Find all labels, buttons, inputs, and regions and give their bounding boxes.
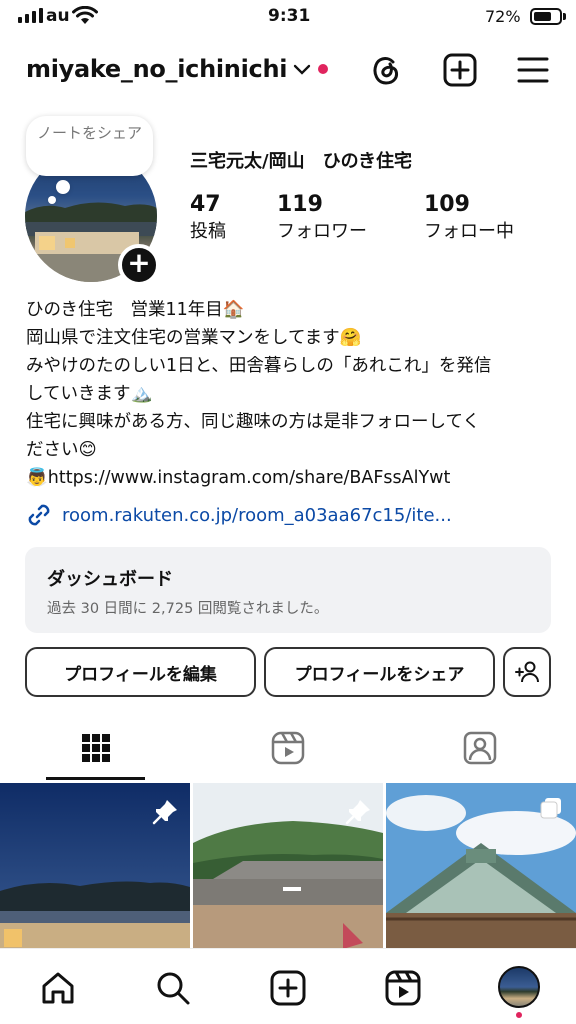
clock: 9:31 (268, 6, 311, 26)
link-icon (28, 504, 50, 526)
discover-people-button[interactable] (503, 647, 551, 697)
nav-create[interactable] (262, 962, 314, 1014)
battery-icon (530, 8, 562, 25)
tab-posts-grid[interactable] (0, 717, 192, 779)
profile-bio: ひのき住宅 営業11年目🏠 岡山県で注文住宅の営業マンをしてます🤗 みやけのたの… (26, 296, 556, 492)
stat-following[interactable]: 109 フォロー中 (424, 192, 514, 243)
notification-dot (516, 1012, 522, 1018)
threads-icon[interactable] (366, 50, 406, 90)
tagged-icon (463, 731, 497, 765)
bio-line: 住宅に興味がある方、同じ趣味の方は是非フォローしてく (26, 412, 480, 432)
nav-search[interactable] (147, 962, 199, 1014)
create-post-icon[interactable] (440, 50, 480, 90)
stat-posts-count: 47 (190, 192, 221, 217)
edit-profile-label: プロフィールを編集 (64, 664, 217, 685)
grid-post[interactable] (386, 783, 576, 949)
chevron-down-icon[interactable] (293, 64, 311, 76)
bio-line: ださい😊 (26, 440, 97, 460)
stat-posts[interactable]: 47 投稿 (190, 192, 226, 243)
link-label: room.rakuten.co.jp/room_a03aa67c15/ite..… (62, 504, 452, 526)
grid-post[interactable] (0, 783, 190, 949)
note-label: ノートをシェア (36, 124, 142, 142)
battery-percent: 72% (485, 7, 521, 26)
note-bubble-tail (56, 180, 70, 194)
stat-following-count: 109 (424, 192, 470, 217)
create-icon (270, 970, 306, 1006)
professional-dashboard[interactable]: ダッシュボード 過去 30 日間に 2,725 回閲覧されました。 (25, 547, 551, 633)
dashboard-subtitle: 過去 30 日間に 2,725 回閲覧されました。 (47, 601, 329, 617)
grid-icon (82, 734, 110, 762)
profile-username[interactable]: miyake_no_ichinichi (26, 55, 287, 83)
carrier-label: au (46, 6, 70, 26)
share-profile-label: プロフィールをシェア (294, 664, 465, 685)
menu-icon[interactable] (513, 50, 553, 90)
nav-home[interactable] (32, 962, 84, 1014)
stat-posts-label: 投稿 (190, 221, 226, 242)
stat-following-label: フォロー中 (424, 221, 514, 242)
nav-profile-avatar[interactable] (498, 966, 540, 1008)
bio-line: ひのき住宅 営業11年目🏠 (26, 300, 245, 320)
status-bar: au 9:31 72% (0, 0, 576, 36)
home-icon (42, 972, 74, 1004)
wifi-icon (72, 6, 98, 24)
bio-link-line[interactable]: 👼https://www.instagram.com/share/BAFssAl… (26, 464, 556, 492)
bio-line: していきます🏔️ (26, 384, 153, 404)
edit-profile-button[interactable]: プロフィールを編集 (25, 647, 256, 697)
reels-icon (385, 970, 421, 1006)
stat-followers-label: フォロワー (277, 221, 367, 242)
stat-followers[interactable]: 119 フォロワー (277, 192, 367, 243)
carousel-icon (540, 798, 561, 819)
signal-icon (18, 8, 43, 23)
add-story-button[interactable]: + (118, 244, 160, 286)
share-profile-button[interactable]: プロフィールをシェア (264, 647, 495, 697)
share-note-bubble[interactable]: ノートをシェア (26, 116, 153, 176)
pin-icon (152, 800, 177, 825)
username-label: miyake_no_ichinichi (26, 55, 288, 83)
notification-dot (318, 64, 328, 74)
active-tab-indicator (46, 777, 145, 780)
nav-reels[interactable] (377, 962, 429, 1014)
add-person-icon (515, 661, 539, 683)
note-bubble-tail-small (48, 196, 56, 204)
pin-icon (345, 800, 370, 825)
grid-post[interactable] (193, 783, 383, 949)
profile-full-name: 三宅元太/岡山 ひのき住宅 (190, 151, 413, 172)
tab-tagged[interactable] (384, 717, 576, 779)
tab-reels[interactable] (192, 717, 384, 779)
bio-line: みやけのたのしい1日と、田舎暮らしの「あれこれ」を発信 (26, 356, 492, 376)
bio-line: 岡山県で注文住宅の営業マンをしてます🤗 (26, 328, 362, 348)
reels-icon (271, 731, 305, 765)
dashboard-title: ダッシュボード (47, 569, 173, 590)
stat-followers-count: 119 (277, 192, 323, 217)
search-icon (157, 972, 190, 1005)
profile-external-link[interactable]: room.rakuten.co.jp/room_a03aa67c15/ite..… (26, 502, 452, 528)
